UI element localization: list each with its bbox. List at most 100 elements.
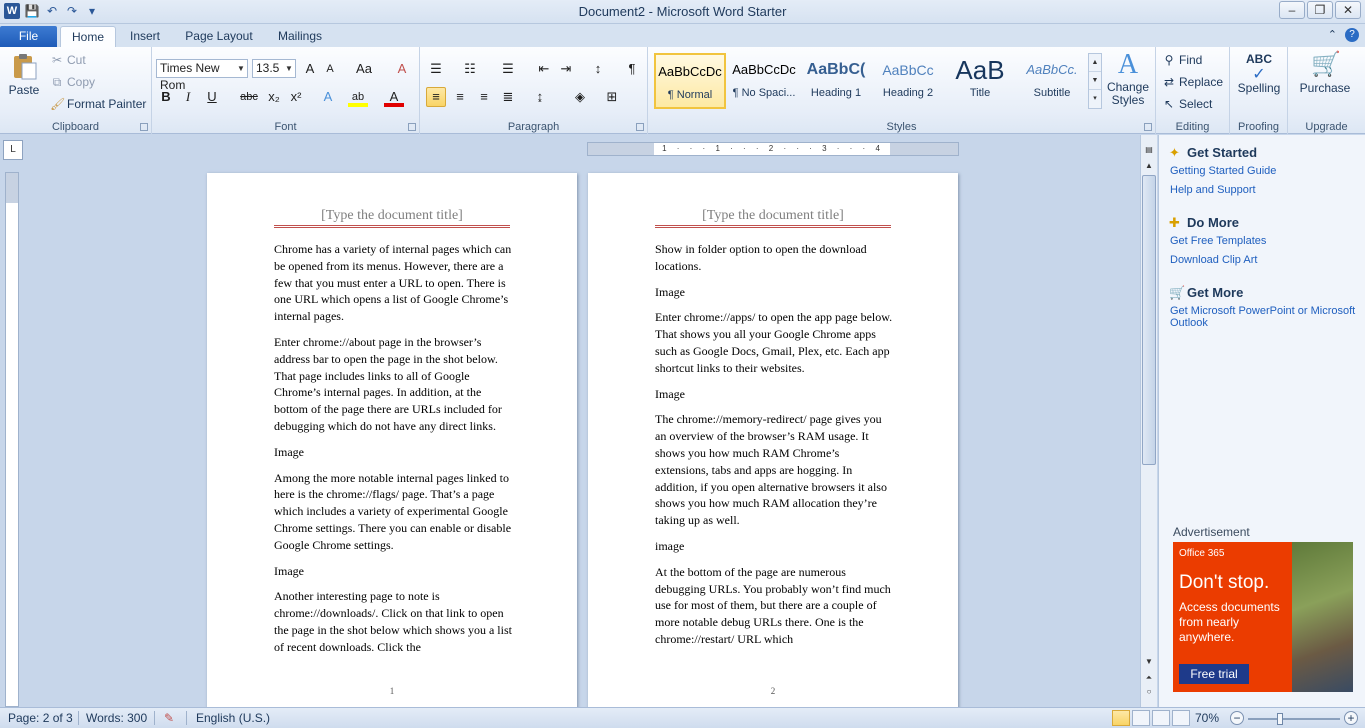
minimize-button[interactable]: – xyxy=(1279,1,1305,19)
document-title-placeholder[interactable]: [Type the document title] xyxy=(274,208,510,228)
font-name-combo[interactable]: Times New Rom ▼ xyxy=(156,59,248,92)
view-ruler-icon[interactable]: ▤ xyxy=(1142,143,1156,157)
font-color-button[interactable]: A xyxy=(384,87,404,107)
clipboard-launcher-icon[interactable] xyxy=(140,123,148,131)
bold-button[interactable]: B xyxy=(156,87,176,107)
page-count-status[interactable]: Page: 2 of 3 xyxy=(8,711,73,725)
subscript-button[interactable]: x₂ xyxy=(264,87,284,107)
paragraph[interactable]: At the bottom of the page are numerous d… xyxy=(655,564,895,648)
grow-font-button[interactable]: A xyxy=(300,59,320,79)
strikethrough-button[interactable]: abc xyxy=(236,87,262,107)
help-icon[interactable]: ? xyxy=(1345,28,1359,42)
show-hide-button[interactable]: ¶ xyxy=(622,59,642,79)
paragraph[interactable]: Enter chrome://about page in the browser… xyxy=(274,334,514,435)
cut-button[interactable]: ✂ Cut xyxy=(50,53,86,67)
language-status[interactable]: English (U.S.) xyxy=(196,711,270,725)
style-heading-1[interactable]: AaBbC(Heading 1 xyxy=(800,53,872,109)
font-launcher-icon[interactable] xyxy=(408,123,416,131)
scrollbar-thumb[interactable] xyxy=(1142,175,1156,465)
tab-insert[interactable]: Insert xyxy=(122,26,168,47)
proofing-errors-icon[interactable]: ✎ xyxy=(164,711,174,725)
copy-button[interactable]: ⧉ Copy xyxy=(50,75,95,90)
tab-selector-button[interactable]: L xyxy=(3,140,23,160)
clip-art-link[interactable]: Download Clip Art xyxy=(1170,254,1257,266)
style-heading-2[interactable]: AaBbCc Heading 2 xyxy=(872,53,944,109)
paragraph[interactable]: The chrome://memory-redirect/ page gives… xyxy=(655,411,895,529)
shading-button[interactable]: ◈ xyxy=(570,87,590,107)
borders-button[interactable]: ⊞ xyxy=(602,87,622,107)
zoom-slider-handle[interactable] xyxy=(1277,713,1283,725)
tab-home[interactable]: Home xyxy=(60,26,116,47)
vertical-scrollbar[interactable]: ▤ ▲ ▼ ⏶ ○ xyxy=(1140,135,1157,707)
previous-page-icon[interactable]: ⏶ xyxy=(1142,671,1156,685)
document-title-placeholder[interactable]: [Type the document title] xyxy=(655,208,891,228)
zoom-level[interactable]: 70% xyxy=(1195,711,1219,725)
select-button[interactable]: ↖ Select xyxy=(1162,97,1212,111)
align-center-button[interactable]: ≡ xyxy=(450,87,470,107)
get-office-link[interactable]: Get Microsoft PowerPoint or Microsoft Ou… xyxy=(1170,305,1360,329)
replace-button[interactable]: ⇄ Replace xyxy=(1162,75,1223,89)
paragraph-launcher-icon[interactable] xyxy=(636,123,644,131)
print-layout-view-button[interactable] xyxy=(1112,710,1130,726)
close-button[interactable]: ✕ xyxy=(1335,1,1361,19)
shrink-font-button[interactable]: A xyxy=(320,59,340,79)
paragraph[interactable]: Another interesting page to note is chro… xyxy=(274,588,514,655)
free-trial-button[interactable]: Free trial xyxy=(1179,664,1249,684)
line-spacing-button[interactable]: ↨ xyxy=(530,87,550,107)
change-case-button[interactable]: Aa xyxy=(350,59,378,79)
office365-ad[interactable]: Office 365 Don't stop. Access documents … xyxy=(1173,542,1353,692)
horizontal-ruler[interactable]: 1 · · · 1 · · · 2 · · · 3 · · · 4 xyxy=(587,142,959,156)
paragraph[interactable]: Image xyxy=(274,444,514,461)
highlight-button[interactable]: ab xyxy=(348,87,368,107)
web-layout-view-button[interactable] xyxy=(1152,710,1170,726)
numbering-button[interactable]: ☷ xyxy=(460,59,480,79)
page-body[interactable]: Chrome has a variety of internal pages w… xyxy=(274,241,514,665)
decrease-indent-button[interactable]: ⇤ xyxy=(534,59,554,79)
style-normal[interactable]: AaBbCcDc ¶ Normal xyxy=(654,53,726,109)
document-canvas[interactable]: L 1 · · · 1 · · · 2 · · · 3 · · · 4 [Typ… xyxy=(0,135,1140,713)
sort-button[interactable]: ↕ xyxy=(588,59,608,79)
restore-button[interactable]: ❐ xyxy=(1307,1,1333,19)
format-painter-button[interactable]: 🖌 Format Painter xyxy=(50,97,146,111)
paragraph[interactable]: image xyxy=(655,538,895,555)
paragraph[interactable]: Among the more notable internal pages li… xyxy=(274,470,514,554)
multilevel-list-button[interactable]: ☰ xyxy=(498,59,518,79)
text-effects-button[interactable]: A xyxy=(318,87,338,107)
tab-page-layout[interactable]: Page Layout xyxy=(180,26,258,47)
scroll-up-icon[interactable]: ▲ xyxy=(1142,159,1156,173)
scroll-down-icon[interactable]: ▼ xyxy=(1142,655,1156,669)
spelling-button[interactable]: ABC ✓ Spelling xyxy=(1232,51,1286,95)
getting-started-guide-link[interactable]: Getting Started Guide xyxy=(1170,165,1276,177)
zoom-slider[interactable] xyxy=(1248,718,1340,720)
help-support-link[interactable]: Help and Support xyxy=(1170,184,1256,196)
paste-button[interactable]: Paste xyxy=(6,53,42,97)
document-page-2[interactable]: [Type the document title] Show in folder… xyxy=(588,173,958,713)
align-right-button[interactable]: ≡ xyxy=(474,87,494,107)
paragraph[interactable]: Image xyxy=(274,563,514,580)
document-page-1[interactable]: [Type the document title] Chrome has a v… xyxy=(207,173,577,713)
style-subtitle[interactable]: AaBbCc. Subtitle xyxy=(1016,53,1088,109)
word-count-status[interactable]: Words: 300 xyxy=(86,711,147,725)
justify-button[interactable]: ≣ xyxy=(498,87,518,107)
superscript-button[interactable]: x² xyxy=(286,87,306,107)
tab-mailings[interactable]: Mailings xyxy=(270,26,330,47)
purchase-button[interactable]: 🛒 Purchase xyxy=(1292,51,1358,95)
scroll-down-icon[interactable]: ▼ xyxy=(1089,72,1101,90)
find-button[interactable]: ⚲ Find xyxy=(1162,53,1203,67)
paragraph[interactable]: Enter chrome://apps/ to open the app pag… xyxy=(655,309,895,376)
free-templates-link[interactable]: Get Free Templates xyxy=(1170,235,1266,247)
paragraph[interactable]: Image xyxy=(655,386,895,403)
style-no-spacing[interactable]: AaBbCcDc ¶ No Spaci... xyxy=(728,53,800,109)
zoom-in-icon[interactable]: + xyxy=(1344,711,1358,725)
increase-indent-button[interactable]: ⇥ xyxy=(556,59,576,79)
tab-file[interactable]: File xyxy=(0,26,57,47)
paragraph[interactable]: Show in folder option to open the downlo… xyxy=(655,241,895,275)
page-body[interactable]: Show in folder option to open the downlo… xyxy=(655,241,895,657)
vertical-ruler[interactable] xyxy=(5,172,19,707)
italic-button[interactable]: I xyxy=(178,87,198,107)
clear-formatting-button[interactable]: A xyxy=(392,59,412,79)
styles-launcher-icon[interactable] xyxy=(1144,123,1152,131)
font-size-combo[interactable]: 13.5 ▼ xyxy=(252,59,296,78)
bullets-button[interactable]: ☰ xyxy=(426,59,446,79)
full-screen-reading-view-button[interactable] xyxy=(1132,710,1150,726)
